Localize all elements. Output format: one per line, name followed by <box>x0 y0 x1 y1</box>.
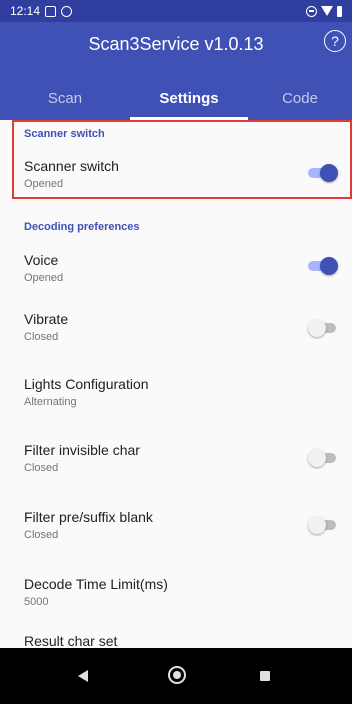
pref-filter-presuffix-blank[interactable]: Filter pre/suffix blank Closed <box>0 501 352 555</box>
switch-thumb <box>308 516 326 534</box>
pref-title: Scanner switch <box>24 158 119 174</box>
filter-invisible-char-toggle[interactable] <box>308 448 336 468</box>
pref-title: Lights Configuration <box>24 376 149 392</box>
do-not-disturb-icon <box>306 5 317 17</box>
help-icon[interactable]: ? <box>324 30 346 52</box>
pref-decode-time-limit[interactable]: Decode Time Limit(ms) 5000 <box>0 568 352 622</box>
pref-summary: Alternating <box>24 396 77 408</box>
pref-summary: Closed <box>24 529 59 541</box>
pref-voice[interactable]: Voice Opened <box>0 244 352 292</box>
pref-summary: Closed <box>24 331 59 343</box>
navigation-bar <box>0 648 352 704</box>
pref-summary: Opened <box>24 178 64 190</box>
tab-bar: Scan Settings Code <box>0 78 352 120</box>
pref-summary: 5000 <box>24 596 49 608</box>
back-icon[interactable] <box>78 670 88 682</box>
app-title: Scan3Service v1.0.13 <box>88 34 264 54</box>
tab-code[interactable]: Code <box>248 78 352 120</box>
switch-thumb <box>308 449 326 467</box>
category-decoding-preferences: Decoding preferences <box>24 221 140 233</box>
pref-scanner-switch[interactable]: Scanner switch Opened <box>0 150 352 198</box>
switch-thumb <box>308 319 326 337</box>
pref-summary: Closed <box>24 462 59 474</box>
pref-lights-configuration[interactable]: Lights Configuration Alternating <box>0 368 352 422</box>
tab-scan[interactable]: Scan <box>0 78 130 120</box>
status-bar: 12:14 <box>0 0 352 22</box>
wifi-icon <box>321 6 333 16</box>
pref-vibrate[interactable]: Vibrate Closed <box>0 303 352 357</box>
vibrate-toggle[interactable] <box>308 318 336 338</box>
tab-settings[interactable]: Settings <box>130 78 248 120</box>
gallery-icon <box>45 5 57 17</box>
pref-title: Decode Time Limit(ms) <box>24 576 168 592</box>
pref-result-char-set[interactable]: Result char set utf-8 <box>0 625 352 648</box>
pref-filter-invisible-char[interactable]: Filter invisible char Closed <box>0 434 352 488</box>
recents-icon[interactable] <box>260 671 270 681</box>
filter-presuffix-blank-toggle[interactable] <box>308 515 336 535</box>
status-left: 12:14 <box>10 4 306 18</box>
switch-thumb <box>320 257 338 275</box>
voice-toggle[interactable] <box>308 256 338 276</box>
settings-list[interactable]: Scanner switch Scanner switch Opened Dec… <box>0 120 352 648</box>
battery-icon <box>337 5 342 17</box>
app-bar: Scan3Service v1.0.13 ? Scan Settings Cod… <box>0 22 352 120</box>
pref-title: Vibrate <box>24 311 69 327</box>
category-scanner-switch: Scanner switch <box>24 128 105 140</box>
pref-title: Filter pre/suffix blank <box>24 509 153 525</box>
home-icon[interactable] <box>168 666 186 684</box>
pref-title: Voice <box>24 252 59 268</box>
instant-apps-icon <box>61 5 73 17</box>
scanner-switch-toggle[interactable] <box>308 163 338 183</box>
pref-summary: Opened <box>24 272 64 284</box>
switch-thumb <box>320 164 338 182</box>
pref-title: Filter invisible char <box>24 442 140 458</box>
status-time: 12:14 <box>10 4 41 18</box>
status-right <box>306 5 342 17</box>
pref-title: Result char set <box>24 633 118 648</box>
